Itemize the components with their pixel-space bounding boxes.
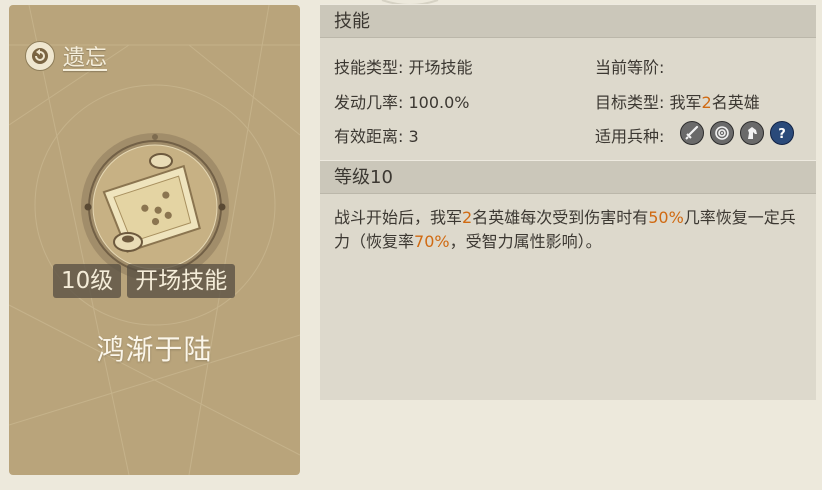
desc-text-4: ，受智力属性影响）。 [449, 232, 602, 251]
skill-type-label: 技能类型: [334, 58, 404, 77]
troop-type-label: 适用兵种: [595, 127, 665, 146]
forget-label: 遗忘 [63, 46, 108, 71]
cavalry-horse-icon[interactable] [740, 121, 764, 145]
forget-button[interactable]: 遗忘 [25, 39, 107, 73]
skill-emblem-icon [81, 133, 229, 281]
level-section-header: 等级10 [320, 160, 816, 194]
trigger-rate-value: 100.0% [408, 93, 470, 112]
target-count: 2 [701, 93, 712, 112]
target-type-suffix: 名英雄 [711, 93, 760, 112]
skill-card: 遗忘 10级 开场技能 鸿渐于陆 [9, 5, 300, 475]
effective-range-row: 有效距离: 3 [334, 123, 419, 147]
skill-type-tag: 开场技能 [127, 264, 236, 298]
desc-hero-count: 2 [462, 208, 473, 227]
target-type-prefix: 我军 [669, 93, 702, 112]
skill-type-row: 技能类型: 开场技能 [334, 54, 473, 78]
archer-target-icon[interactable] [710, 121, 734, 145]
skill-name: 鸿渐于陆 [96, 333, 213, 366]
trigger-rate-row: 发动几率: 100.0% [334, 89, 470, 113]
question-mark-icon[interactable]: ? [770, 121, 794, 145]
desc-recovery-rate: 70% [414, 232, 450, 251]
skill-section-header: 技能 [320, 4, 816, 38]
effective-range-label: 有效距离: [334, 127, 404, 146]
desc-trigger-chance: 50% [648, 208, 684, 227]
level-tag: 10级 [53, 264, 122, 298]
desc-text-2: 名英雄每次受到伤害时有 [472, 208, 649, 227]
trigger-rate-label: 发动几率: [334, 93, 404, 112]
forget-icon [25, 41, 55, 71]
skill-details-panel: 技能 技能类型: 开场技能 当前等阶: 发动几率: 100.0% 目标类型: 我… [320, 4, 816, 400]
effective-range-value: 3 [408, 127, 419, 146]
svg-text:?: ? [778, 127, 786, 141]
skill-type-value: 开场技能 [408, 58, 473, 77]
target-type-row: 目标类型: 我军2名英雄 [595, 89, 760, 113]
skill-description: 战斗开始后，我军2名英雄每次受到伤害时有50%几率恢复一定兵力（恢复率70%，受… [334, 206, 804, 254]
troop-type-row: 适用兵种: [595, 123, 664, 147]
target-type-label: 目标类型: [595, 93, 665, 112]
desc-text-1: 战斗开始后，我军 [334, 208, 463, 227]
sword-troop-icon[interactable] [680, 121, 704, 145]
current-rank-row: 当前等阶: [595, 54, 664, 78]
current-rank-label: 当前等阶: [595, 58, 665, 77]
